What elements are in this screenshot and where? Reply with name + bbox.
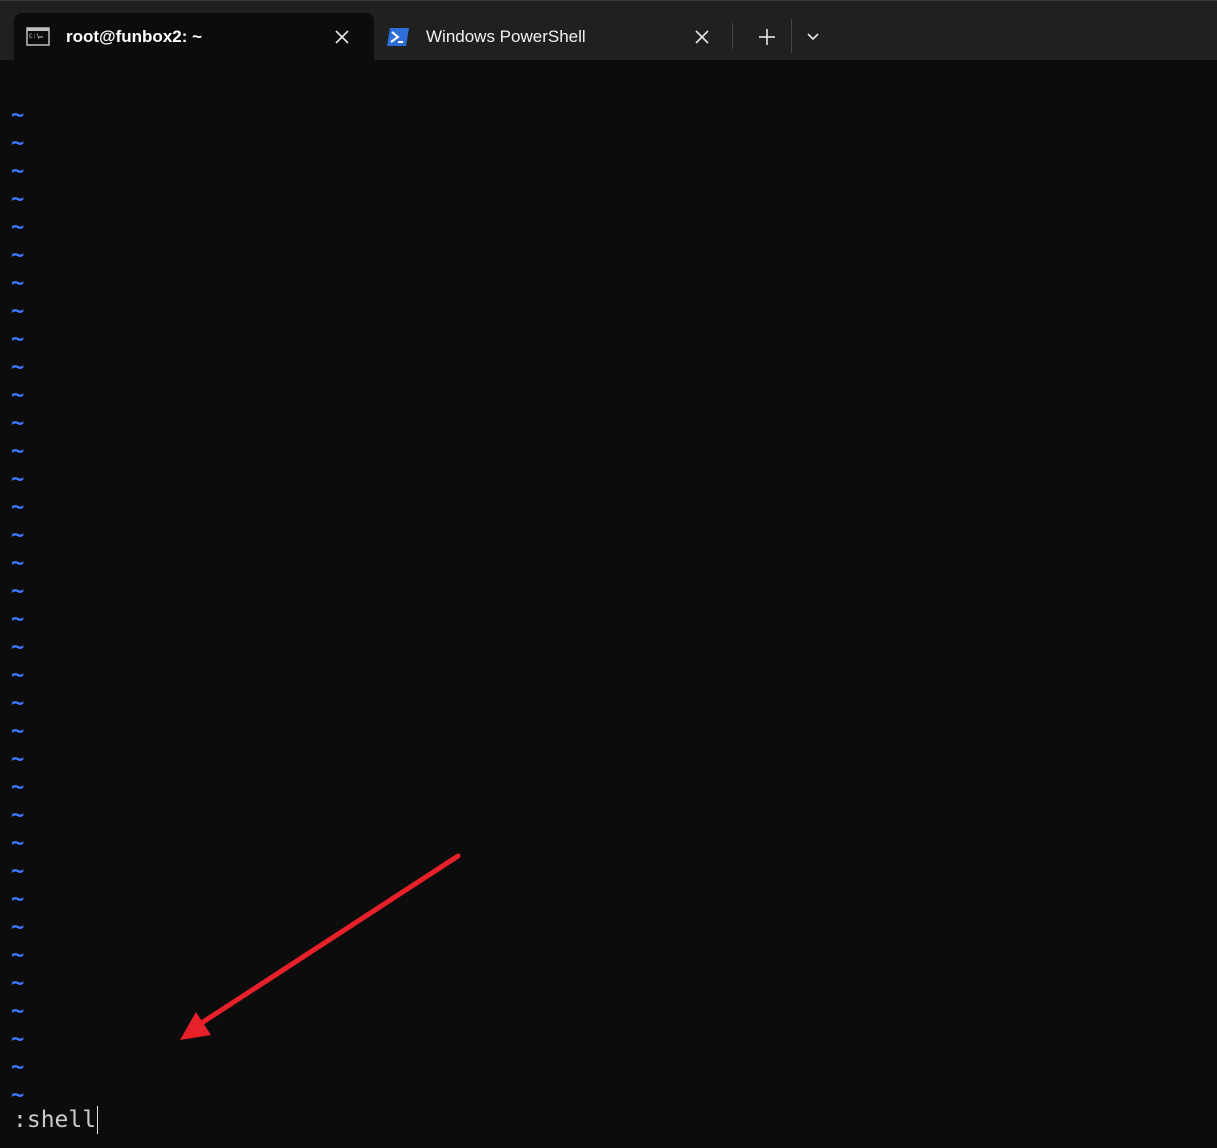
vim-empty-line-marker: ~ xyxy=(11,971,25,996)
vim-empty-line-marker: ~ xyxy=(11,1055,25,1080)
tab-label: root@funbox2: ~ xyxy=(66,27,203,46)
vim-empty-line-marker: ~ xyxy=(11,747,25,772)
vim-empty-line-marker: ~ xyxy=(11,299,25,324)
vim-empty-line-marker: ~ xyxy=(11,439,25,464)
vim-empty-line-marker: ~ xyxy=(11,663,25,688)
vim-empty-line-marker: ~ xyxy=(11,131,25,156)
vim-empty-line-marker: ~ xyxy=(11,411,25,436)
tab-divider xyxy=(732,23,733,49)
vim-empty-line-marker: ~ xyxy=(11,243,25,268)
terminal-window: C:\ root@funbox2: ~ Windows PowerShell ~… xyxy=(0,0,1217,1148)
plus-icon xyxy=(759,29,775,45)
vim-empty-line-marker: ~ xyxy=(11,719,25,744)
vim-empty-line-marker: ~ xyxy=(11,215,25,240)
vim-empty-line-marker: ~ xyxy=(11,803,25,828)
tab-bar: C:\ root@funbox2: ~ Windows PowerShell xyxy=(0,0,1217,61)
red-annotation-arrow xyxy=(180,853,461,1040)
vim-empty-line-marker: ~ xyxy=(11,523,25,548)
tab-root-funbox2[interactable]: C:\ root@funbox2: ~ xyxy=(14,13,374,61)
vim-empty-line-marker: ~ xyxy=(11,999,25,1024)
tab-label: Windows PowerShell xyxy=(426,27,586,46)
tab-dropdown-button[interactable] xyxy=(800,23,826,51)
tab-divider xyxy=(791,19,792,53)
close-tab-icon[interactable] xyxy=(330,25,354,49)
new-tab-button[interactable] xyxy=(752,23,782,51)
vim-empty-line-marker: ~ xyxy=(11,775,25,800)
vim-empty-line-marker: ~ xyxy=(11,859,25,884)
vim-empty-line-marker: ~ xyxy=(11,551,25,576)
vim-empty-line-marker: ~ xyxy=(11,271,25,296)
vim-empty-line-marker: ~ xyxy=(11,831,25,856)
vim-empty-line-marker: ~ xyxy=(11,915,25,940)
vim-empty-line-marker: ~ xyxy=(11,943,25,968)
vim-empty-line-marker: ~ xyxy=(11,355,25,380)
vim-empty-line-marker: ~ xyxy=(11,691,25,716)
close-tab-icon[interactable] xyxy=(690,25,714,49)
vim-empty-line-marker: ~ xyxy=(11,887,25,912)
chevron-down-icon xyxy=(807,33,819,41)
tab-windows-powershell[interactable]: Windows PowerShell xyxy=(376,13,726,61)
vim-empty-line-marker: ~ xyxy=(11,159,25,184)
command-text: :shell xyxy=(13,1107,97,1133)
vim-empty-line-marker: ~ xyxy=(11,495,25,520)
vim-empty-line-marker: ~ xyxy=(11,103,25,128)
vim-command-line[interactable]: :shell xyxy=(13,1105,99,1135)
vim-empty-line-marker: ~ xyxy=(11,383,25,408)
vim-empty-line-marker: ~ xyxy=(11,607,25,632)
vim-empty-line-marker: ~ xyxy=(11,635,25,660)
vim-empty-line-marker: ~ xyxy=(11,187,25,212)
vim-empty-line-marker: ~ xyxy=(11,579,25,604)
terminal-pane[interactable]: ~ ~ ~ ~ ~ ~ ~ ~ ~ ~ ~ ~ ~ ~ ~ ~ ~ ~ ~ ~ ~ ~ ~ ~ ~ ~ ~ ~ ~ ~ ~ ~ ~ ~ ~ ~ :sh… xyxy=(0,60,1217,1148)
powershell-icon xyxy=(386,27,410,47)
vim-empty-line-marker: ~ xyxy=(11,467,25,492)
vim-empty-line-marker: ~ xyxy=(11,1027,25,1052)
text-cursor xyxy=(97,1106,99,1134)
vim-empty-line-marker: ~ xyxy=(11,327,25,352)
vim-empty-line-markers: ~ ~ ~ ~ ~ ~ ~ ~ ~ ~ ~ ~ ~ ~ ~ ~ ~ ~ ~ ~ ~ ~ ~ ~ ~ ~ ~ ~ ~ ~ ~ ~ ~ ~ ~ ~ xyxy=(11,102,24,1110)
command-prompt-icon: C:\ xyxy=(26,27,50,47)
